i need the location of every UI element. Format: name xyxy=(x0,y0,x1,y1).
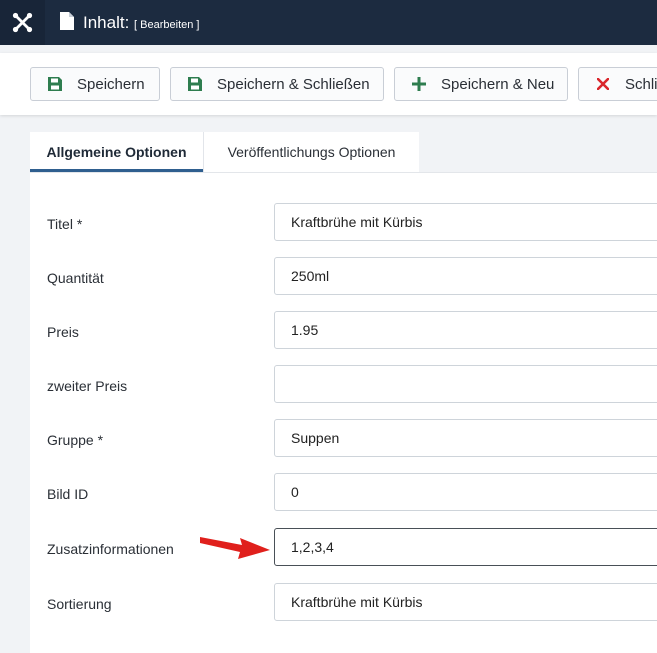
close-button-label: Schli xyxy=(625,75,657,93)
form-row-title: Titel * Kraftbrühe mit Kürbis xyxy=(30,203,657,257)
sorting-label: Sortierung xyxy=(47,596,112,612)
quantity-input[interactable]: 250ml xyxy=(274,257,657,295)
form-row-price: Preis 1.95 xyxy=(30,311,657,365)
save-close-button-label: Speichern & Schließen xyxy=(217,75,370,93)
form-row-quantity: Quantität 250ml xyxy=(30,257,657,311)
floppy-disk-icon xyxy=(187,76,203,92)
form-row-second-price: zweiter Preis xyxy=(30,365,657,419)
page-title: Inhalt: [ Bearbeiten ] xyxy=(83,12,199,36)
group-label: Gruppe * xyxy=(47,432,104,448)
price-label: Preis xyxy=(47,324,79,340)
save-button-label: Speichern xyxy=(77,75,145,93)
title-label: Titel * xyxy=(47,216,83,232)
save-button[interactable]: Speichern xyxy=(30,67,160,101)
save-close-button[interactable]: Speichern & Schließen xyxy=(170,67,384,101)
second-price-label: zweiter Preis xyxy=(47,378,128,394)
form-panel: Titel * Kraftbrühe mit Kürbis Quantität … xyxy=(30,172,657,653)
form-row-group: Gruppe * Suppen xyxy=(30,419,657,473)
joomla-logo-icon xyxy=(12,12,33,33)
save-new-button[interactable]: Speichern & Neu xyxy=(394,67,568,101)
form-row-additional-info: Zusatzinformationen 1,2,3,4 xyxy=(30,528,657,582)
page-subtitle: [ Bearbeiten ] xyxy=(134,19,200,31)
admin-header: Inhalt: [ Bearbeiten ] xyxy=(0,0,657,45)
image-id-input[interactable]: 0 xyxy=(274,473,657,511)
form-row-sorting: Sortierung Kraftbrühe mit Kürbis xyxy=(30,583,657,637)
image-id-label: Bild ID xyxy=(47,486,89,502)
close-button[interactable]: Schli xyxy=(578,67,657,101)
joomla-logo-button[interactable] xyxy=(0,0,45,45)
floppy-disk-icon xyxy=(47,76,63,92)
red-arrow-icon xyxy=(200,537,270,559)
title-input[interactable]: Kraftbrühe mit Kürbis xyxy=(274,203,657,241)
second-price-input[interactable] xyxy=(274,365,657,403)
toolbar: Speichern Speichern & Schließen Speicher… xyxy=(0,53,657,115)
additional-info-input[interactable]: 1,2,3,4 xyxy=(274,528,657,566)
additional-info-label: Zusatzinformationen xyxy=(47,541,174,557)
group-input[interactable]: Suppen xyxy=(274,419,657,457)
plus-icon xyxy=(411,76,427,92)
quantity-label: Quantität xyxy=(47,270,104,286)
price-input[interactable]: 1.95 xyxy=(274,311,657,349)
file-icon xyxy=(60,12,74,30)
form-row-image-id: Bild ID 0 xyxy=(30,473,657,527)
close-icon xyxy=(595,76,611,92)
tab-publishing-options[interactable]: Veröffentlichungs Optionen xyxy=(203,132,419,172)
tab-general-options[interactable]: Allgemeine Optionen xyxy=(30,132,203,172)
sorting-input[interactable]: Kraftbrühe mit Kürbis xyxy=(274,583,657,621)
save-new-button-label: Speichern & Neu xyxy=(441,75,555,93)
page-title-text: Inhalt: xyxy=(83,13,130,32)
